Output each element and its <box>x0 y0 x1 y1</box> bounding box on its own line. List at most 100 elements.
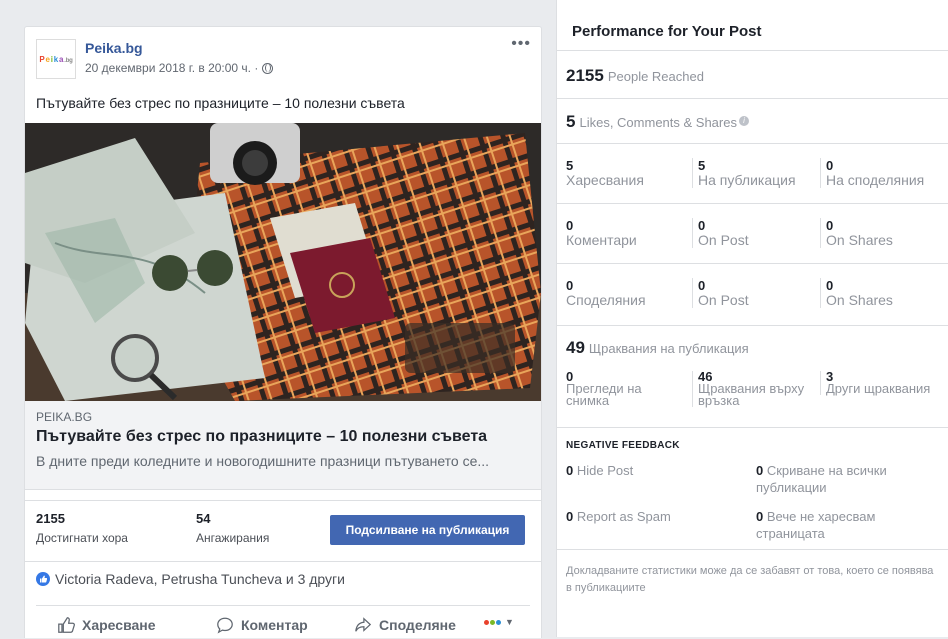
engagement-value: 54 <box>196 511 211 526</box>
people-reached: 2155 People Reached <box>566 66 704 86</box>
info-icon[interactable]: i <box>738 116 749 126</box>
performance-panel: Performance for Your Post 2155 People Rea… <box>556 0 948 637</box>
shares-on-shares: 0 On Shares <box>820 278 893 308</box>
stats-footnote: Докладваните статистики може да се забав… <box>566 565 934 594</box>
likes-on-shares-value: 0 <box>826 158 834 173</box>
reactions-names: Victoria Radeva, Petrusha Tuncheva и 3 д… <box>55 570 345 587</box>
likes-row: 5 Харесвания 5 На публикация 0 На споделяни… <box>557 143 948 204</box>
likes-on-post-label: На публикация <box>698 172 796 188</box>
post-meta: 20 декември 2018 г. в 20:00 ч. · <box>85 61 274 75</box>
comments-on-post: 0 On Post <box>692 218 749 248</box>
audience-selector[interactable]: ▼ <box>484 617 514 627</box>
unlike-page-value: 0 <box>756 509 764 524</box>
hide-all-value: 0 <box>756 463 764 478</box>
link-description: В дните преди коледните и новогодишните … <box>36 453 490 469</box>
shares-on-post-value: 0 <box>698 278 706 293</box>
post-text: Пътувайте без стрес по празниците – 10 п… <box>36 95 405 111</box>
link-title[interactable]: Пътувайте без стрес по празниците – 10 п… <box>36 428 487 446</box>
post-clicks-value: 49 <box>566 338 585 357</box>
hide-post-value: 0 <box>566 463 574 478</box>
panel-title: Performance for Your Post <box>572 23 762 40</box>
hide-all-stat: 0 Скриване на всички публикации <box>756 462 936 496</box>
likes-total-value: 5 <box>566 158 574 173</box>
shares-on-post: 0 On Post <box>692 278 749 308</box>
page-name-link[interactable]: Peika.bg <box>85 40 143 56</box>
engagement-label: Ангажирания <box>196 531 270 545</box>
share-button[interactable]: Споделяне <box>354 616 456 634</box>
comment-label: Коментар <box>241 617 308 633</box>
comments-on-shares-value: 0 <box>826 218 834 233</box>
likes-total: 5 Харесвания <box>566 158 644 188</box>
shares-total-value: 0 <box>566 278 574 293</box>
photo-views-label: Прегледи на снимка <box>566 381 642 408</box>
hide-post-label: Hide Post <box>576 463 634 478</box>
like-label: Харесване <box>82 617 156 633</box>
hide-post-stat: 0 Hide Post <box>566 462 633 479</box>
shares-row: 0 Споделяния 0 On Post 0 On Shares <box>557 263 948 326</box>
engagement-summary: 5 Likes, Comments & Shares i <box>566 112 749 132</box>
link-clicks: 46 Щраквания върху връзка <box>692 370 816 408</box>
comments-on-shares: 0 On Shares <box>820 218 893 248</box>
link-clicks-label: Щраквания върху връзка <box>698 381 805 408</box>
comments-row: 0 Коментари 0 On Post 0 On Shares <box>557 203 948 264</box>
engagement-stat[interactable]: 54 Ангажирания <box>196 511 269 545</box>
footnote-divider <box>557 549 948 550</box>
spam-stat: 0 Report as Spam <box>566 508 671 525</box>
post-clicks-summary: 49 Щраквания на публикация <box>566 338 749 358</box>
comments-total: 0 Коментари <box>566 218 637 248</box>
shares-on-post-label: On Post <box>698 292 749 308</box>
engagement-total: 5 <box>566 112 576 131</box>
reaction-avatars-icon <box>484 619 501 625</box>
comments-total-value: 0 <box>566 218 574 233</box>
comments-on-post-label: On Post <box>698 232 749 248</box>
link-preview-image[interactable] <box>25 123 541 401</box>
reach-label: Достигнати хора <box>36 531 128 545</box>
other-clicks-label: Други щраквания <box>826 381 931 396</box>
likes-on-post-value: 5 <box>698 158 706 173</box>
engagement-total-label: Likes, Comments & Shares <box>579 115 737 130</box>
like-button[interactable]: Харесване <box>57 616 156 634</box>
shares-total: 0 Споделяния <box>566 278 646 308</box>
hide-all-label: Скриване на всички публикации <box>756 463 887 495</box>
unlike-page-label: Вече не харесвам страницата <box>756 509 876 541</box>
peika-logo: Peika.bg <box>39 54 73 64</box>
unlike-page-stat: 0 Вече не харесвам страницата <box>756 508 936 542</box>
reactions-summary[interactable]: Victoria Radeva, Petrusha Tuncheva и 3 д… <box>25 561 541 595</box>
post-clicks-label: Щраквания на публикация <box>588 341 749 356</box>
likes-on-shares-label: На споделяния <box>826 172 925 188</box>
spam-value: 0 <box>566 509 574 524</box>
chevron-down-icon: ▼ <box>505 617 514 627</box>
comments-on-post-value: 0 <box>698 218 706 233</box>
negative-feedback-heading: NEGATIVE FEEDBACK <box>566 440 680 451</box>
reach-row: 2155 People Reached <box>557 50 948 99</box>
likes-on-shares: 0 На споделяния <box>820 158 924 188</box>
share-icon <box>355 617 372 632</box>
like-reaction-icon <box>36 571 50 586</box>
reach-value: 2155 <box>36 511 65 526</box>
post-card: Peika.bg Peika.bg 20 декември 2018 г. в … <box>24 26 542 638</box>
clicks-row: 49 Щраквания на публикация 0 Прегледи на с… <box>557 325 948 428</box>
comment-icon <box>217 617 233 634</box>
likes-on-post: 5 На публикация <box>692 158 796 188</box>
post-stats: 2155 Достигнати хора 54 Ангажирания Подс… <box>25 500 541 555</box>
link-domain: PEIKA.BG <box>36 410 93 424</box>
action-bar: Харесване Коментар Споделяне ▼ <box>36 605 530 639</box>
shares-total-label: Споделяния <box>566 292 646 308</box>
thumbs-up-icon <box>58 617 75 633</box>
page-avatar[interactable]: Peika.bg <box>36 39 76 79</box>
more-options-icon[interactable]: ••• <box>511 36 531 52</box>
photo-views: 0 Прегледи на снимка <box>566 370 684 408</box>
other-clicks: 3 Други щраквания <box>820 370 936 396</box>
reach-stat[interactable]: 2155 Достигнати хора <box>36 511 128 545</box>
boost-post-button[interactable]: Подсилване на публикация <box>330 515 525 545</box>
comments-total-label: Коментари <box>566 232 637 248</box>
share-label: Споделяне <box>379 617 456 633</box>
people-reached-label: People Reached <box>607 69 704 84</box>
shares-on-shares-value: 0 <box>826 278 834 293</box>
post-timestamp[interactable]: 20 декември 2018 г. в 20:00 ч. · <box>85 61 258 75</box>
link-preview[interactable]: PEIKA.BG Пътувайте без стрес по празници… <box>25 401 541 490</box>
likes-total-label: Харесвания <box>566 172 644 188</box>
engagement-row: 5 Likes, Comments & Shares i <box>557 98 948 144</box>
comments-on-shares-label: On Shares <box>826 232 893 248</box>
comment-button[interactable]: Коментар <box>216 616 308 634</box>
